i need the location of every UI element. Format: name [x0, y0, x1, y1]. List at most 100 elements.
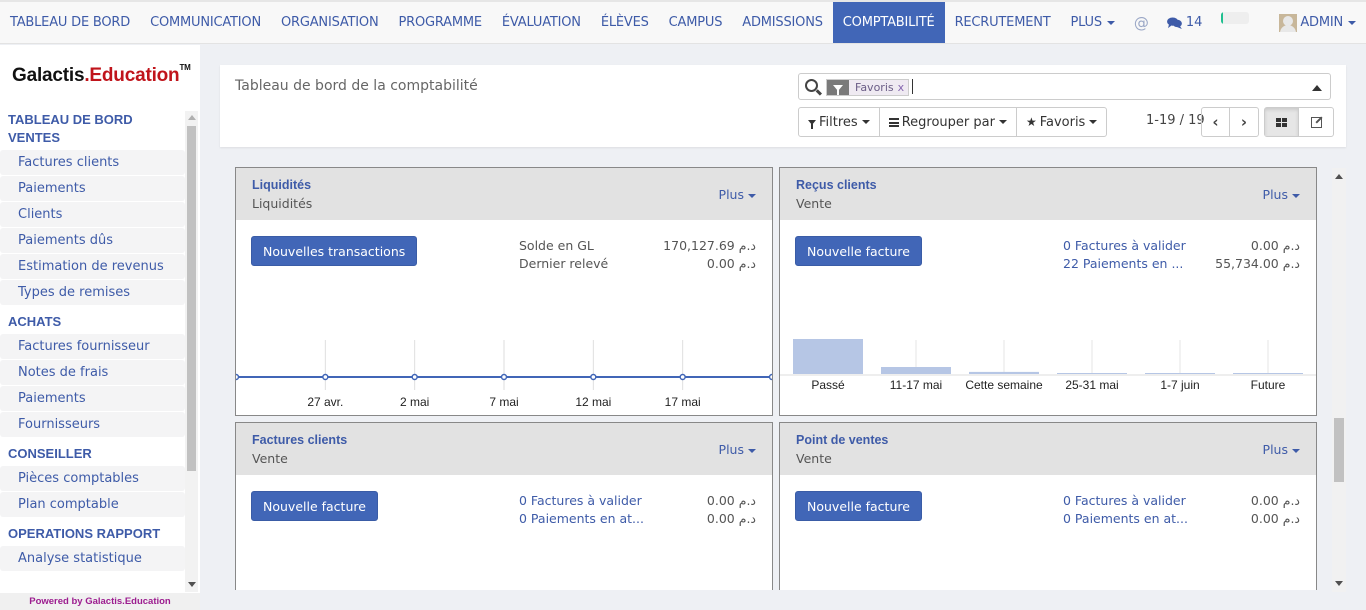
stat-link[interactable]: 0 Paiements en at...	[1063, 511, 1188, 526]
x-tick-label: 27 avr.	[307, 395, 343, 409]
journal-card-factures-clients: Factures clients Vente Plus Nouvelle fac…	[235, 422, 773, 590]
logo-accent: .Education	[84, 65, 180, 86]
stat-row: 0 Paiements en at... 0.00 د.م	[519, 511, 756, 526]
bar[interactable]	[1233, 373, 1303, 374]
chevron-down-icon	[748, 448, 756, 453]
nav-item-8[interactable]: COMPTABILITÉ	[832, 2, 945, 43]
bar[interactable]	[881, 367, 951, 374]
sidebar-item[interactable]: Pièces comptables	[0, 466, 185, 491]
logo: Galactis.EducationTM	[12, 63, 191, 87]
stat-link[interactable]: 0 Paiements en at...	[519, 511, 644, 526]
sidebar-item[interactable]: Plan comptable	[0, 492, 185, 517]
sidebar-item[interactable]: Factures clients	[0, 150, 185, 175]
filter-icon	[827, 80, 849, 95]
card-title[interactable]: Point de ventes	[796, 433, 888, 447]
card-more-button[interactable]: Plus	[1263, 442, 1300, 457]
sidebar-item[interactable]: Paiements	[0, 386, 185, 411]
user-menu[interactable]: ADMIN	[1269, 2, 1366, 43]
bar[interactable]	[793, 339, 863, 374]
pager-next-button[interactable]: ›	[1230, 108, 1258, 136]
groupby-label: Regrouper par	[901, 114, 995, 130]
more-label: Plus	[1262, 187, 1288, 202]
nav-item-6[interactable]: CAMPUS	[659, 2, 733, 43]
chevron-left-icon: ‹	[1212, 113, 1219, 131]
scroll-up-icon[interactable]	[188, 115, 196, 120]
bar[interactable]	[969, 371, 1039, 374]
card-subtitle: Vente	[796, 196, 832, 211]
stat-link[interactable]: 0 Factures à valider	[1063, 238, 1186, 253]
sidebar-item[interactable]: Paiements	[0, 176, 185, 201]
card-header: Factures clients Vente Plus	[236, 423, 772, 475]
sidebar-item[interactable]: Analyse statistique	[0, 546, 185, 571]
new-invoice-button[interactable]: Nouvelle facture	[795, 491, 922, 521]
mentions-button[interactable]: @	[1125, 2, 1158, 43]
caret-up-icon[interactable]	[1312, 85, 1322, 91]
chevron-down-icon	[861, 120, 870, 124]
x-tick-label: 2 mai	[400, 395, 429, 409]
bar[interactable]	[1057, 373, 1127, 374]
card-more-button[interactable]: Plus	[719, 442, 756, 457]
nav-item-4[interactable]: ÉVALUATION	[492, 2, 591, 43]
stat-row: Dernier relevé 0.00 د.م	[519, 256, 756, 271]
messages-button[interactable]: 14	[1158, 2, 1212, 43]
new-transactions-button[interactable]: Nouvelles transactions	[251, 236, 418, 266]
stat-value: 55,734.00 د.م	[1215, 256, 1300, 271]
scrollbar-thumb[interactable]	[187, 126, 196, 471]
avatar	[1279, 13, 1298, 32]
card-title[interactable]: Liquidités	[252, 178, 311, 192]
stat-value: 0.00 د.م	[1250, 511, 1300, 526]
facet-remove-button[interactable]: x	[898, 81, 909, 94]
x-tick-label: Cette semaine	[965, 378, 1043, 392]
kanban-view-button[interactable]	[1265, 108, 1299, 136]
nav-item-1[interactable]: COMMUNICATION	[140, 2, 271, 43]
scrollbar-thumb[interactable]	[1334, 418, 1344, 482]
stat-link[interactable]: 0 Factures à valider	[1063, 493, 1186, 508]
card-title[interactable]: Reçus clients	[796, 178, 877, 192]
chevron-down-icon	[1106, 20, 1115, 25]
scroll-down-icon[interactable]	[1335, 581, 1343, 586]
card-subtitle: Vente	[252, 451, 288, 466]
nav-item-5[interactable]: ÉLÈVES	[591, 2, 659, 43]
favorites-label: Favoris	[1039, 114, 1086, 130]
sidebar-item[interactable]: Factures fournisseur	[0, 334, 185, 359]
sidebar-item[interactable]: Notes de frais	[0, 360, 185, 385]
user-name: ADMIN	[1300, 15, 1343, 30]
x-tick-label: 12 mai	[575, 395, 611, 409]
filters-button[interactable]: Filtres	[799, 108, 880, 136]
pager-previous-button[interactable]: ‹	[1202, 108, 1230, 136]
stat-link[interactable]: 22 Paiements en ...	[1063, 256, 1183, 271]
nav-item-3[interactable]: PROGRAMME	[388, 2, 491, 43]
favorites-button[interactable]: ★ Favoris	[1017, 108, 1106, 136]
sidebar-item[interactable]: Paiements dûs	[0, 228, 185, 253]
card-title[interactable]: Factures clients	[252, 433, 347, 447]
sidebar-scrollbar[interactable]	[185, 111, 198, 592]
nav-item-0[interactable]: TABLEAU DE BORD	[0, 2, 140, 43]
scroll-up-icon[interactable]	[1335, 174, 1343, 179]
stat-link[interactable]: 0 Factures à valider	[519, 493, 642, 508]
form-view-button[interactable]	[1299, 108, 1333, 136]
search-input[interactable]: Favoris x	[798, 73, 1331, 100]
more-label: Plus	[1262, 442, 1288, 457]
card-more-button[interactable]: Plus	[719, 187, 756, 202]
pager-value[interactable]: 1-19 / 19	[1146, 113, 1205, 128]
filters-label: Filtres	[819, 114, 858, 130]
new-invoice-button[interactable]: Nouvelle facture	[251, 491, 378, 521]
bar[interactable]	[1145, 373, 1215, 374]
nav-item-9[interactable]: RECRUTEMENT	[945, 2, 1061, 43]
sidebar-item[interactable]: Clients	[0, 202, 185, 227]
nav-item-7[interactable]: ADMISSIONS	[732, 2, 833, 43]
nav-item-2[interactable]: ORGANISATION	[271, 2, 389, 43]
stat-value: 0.00 د.م	[706, 511, 756, 526]
scroll-down-icon[interactable]	[188, 582, 196, 587]
sidebar-item[interactable]: Types de remises	[0, 280, 185, 305]
card-more-button[interactable]: Plus	[1263, 187, 1300, 202]
more-menu[interactable]: PLUS	[1061, 2, 1125, 43]
sidebar-item[interactable]: Fournisseurs	[0, 412, 185, 437]
groupby-button[interactable]: Regrouper par	[880, 108, 1017, 136]
new-invoice-button[interactable]: Nouvelle facture	[795, 236, 922, 266]
more-label: Plus	[718, 187, 744, 202]
sidebar-item[interactable]: Estimation de revenus	[0, 254, 185, 279]
main-scrollbar[interactable]	[1332, 168, 1346, 592]
progress-bar	[1221, 11, 1250, 24]
logo-tm: TM	[179, 63, 191, 72]
